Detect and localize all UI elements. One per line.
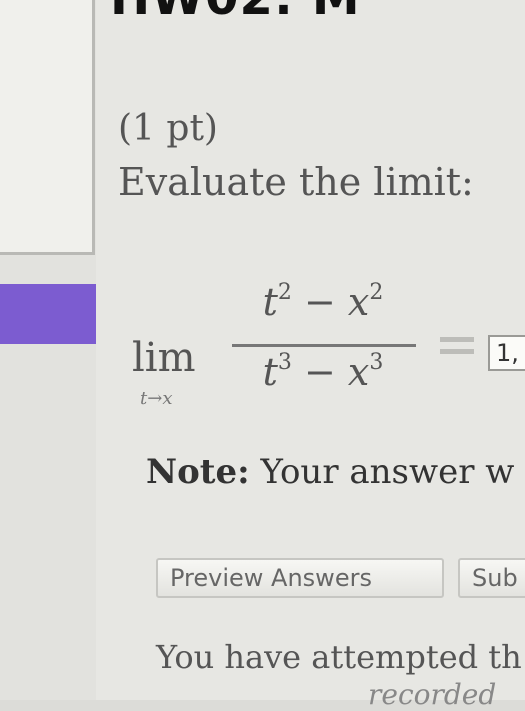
sidebar-active-item[interactable] [0, 284, 96, 344]
problem-prompt: Evaluate the limit: [118, 160, 474, 204]
attempts-text: You have attempted th [156, 638, 522, 676]
fraction-denominator: t3 − x3 [262, 350, 384, 394]
fraction-numerator: t2 − x2 [262, 280, 384, 324]
submit-answers-button[interactable]: Sub [458, 558, 525, 598]
fraction-bar [232, 344, 416, 347]
equals-sign [440, 335, 474, 357]
sidebar-panel [0, 0, 95, 255]
recorded-text: recorded [368, 678, 497, 711]
page-title: HW02: M [110, 0, 361, 26]
note-text: Note: Your answer w [146, 452, 514, 492]
note-label: Note: [146, 452, 250, 492]
limit-subscript: t→x [140, 388, 173, 409]
limit-operator: lim [132, 335, 196, 381]
answer-input[interactable]: 1, [488, 335, 525, 371]
preview-answers-button[interactable]: Preview Answers [156, 558, 444, 598]
problem-points: (1 pt) [118, 108, 218, 149]
limit-fraction: t2 − x2 t3 − x3 [228, 280, 418, 410]
note-body: Your answer w [249, 452, 515, 492]
